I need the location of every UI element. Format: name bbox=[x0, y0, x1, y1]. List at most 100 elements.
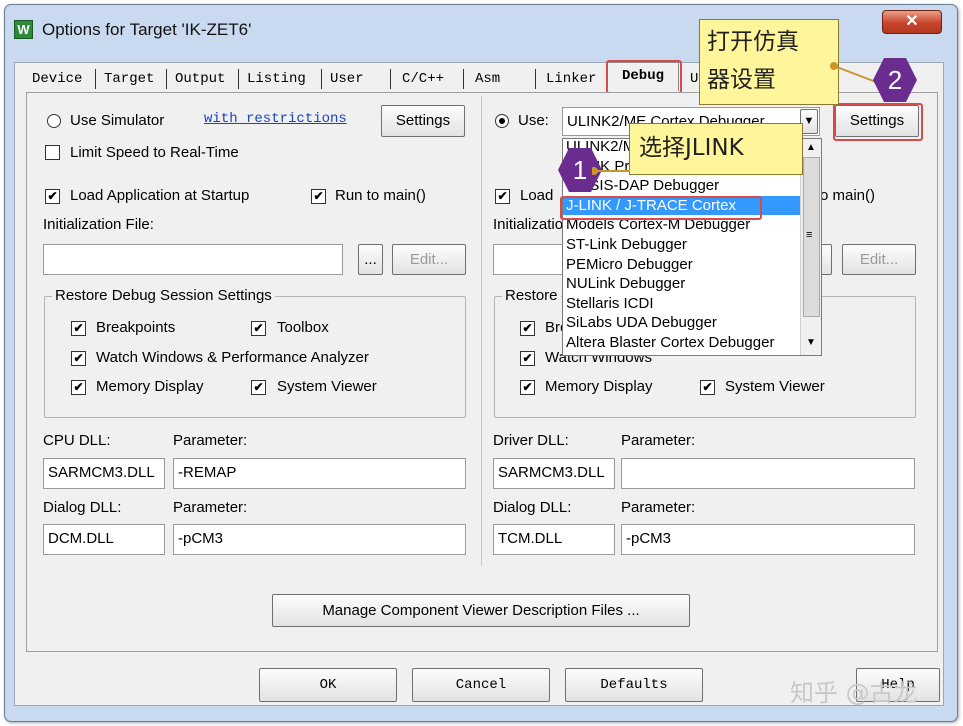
right-dialog-param-label: Parameter: bbox=[621, 499, 696, 516]
dialog-dll-label: Dialog DLL: bbox=[43, 499, 122, 516]
right-dialog-param-field[interactable]: -pCM3 bbox=[621, 524, 915, 555]
limit-speed-checkbox[interactable] bbox=[45, 145, 60, 160]
right-load-app-checkbox[interactable]: ✔ bbox=[495, 189, 510, 204]
manage-viewer-files-button[interactable]: Manage Component Viewer Description File… bbox=[272, 594, 690, 627]
tab-separator bbox=[238, 69, 239, 89]
tab-target[interactable]: Target bbox=[104, 69, 154, 89]
tab-separator bbox=[166, 69, 167, 89]
cpu-dll-field[interactable]: SARMCM3.DLL bbox=[43, 458, 165, 489]
right-watch-windows-checkbox[interactable]: ✔ bbox=[520, 351, 535, 366]
right-load-app-label: Load bbox=[520, 187, 554, 204]
dropdown-item[interactable]: ST-Link Debugger bbox=[563, 235, 800, 255]
load-app-checkbox[interactable]: ✔ bbox=[45, 189, 60, 204]
tab-user[interactable]: User bbox=[330, 69, 364, 89]
right-init-file-label: Initializatio bbox=[493, 216, 564, 233]
right-system-viewer-label: System Viewer bbox=[725, 378, 825, 395]
tab-separator bbox=[95, 69, 96, 89]
breakpoints-label: Breakpoints bbox=[96, 319, 176, 336]
tab-separator bbox=[535, 69, 536, 89]
watermark: 知乎 @古龙 bbox=[790, 679, 918, 707]
jlink-item-highlight bbox=[560, 196, 762, 220]
watch-windows-checkbox[interactable]: ✔ bbox=[71, 351, 86, 366]
load-app-label: Load Application at Startup bbox=[70, 187, 250, 204]
right-restore-title: Restore bbox=[502, 287, 561, 304]
edit-init-button[interactable]: Edit... bbox=[392, 244, 466, 275]
right-system-viewer-checkbox[interactable]: ✔ bbox=[700, 380, 715, 395]
dropdown-item[interactable]: SiLabs UDA Debugger bbox=[563, 313, 800, 333]
dropdown-item[interactable]: NULink Debugger bbox=[563, 274, 800, 294]
app-icon: W bbox=[14, 20, 33, 39]
radio-dot bbox=[499, 118, 505, 124]
init-file-input[interactable] bbox=[43, 244, 343, 275]
ok-button[interactable]: OK bbox=[259, 668, 397, 702]
right-memory-display-checkbox[interactable]: ✔ bbox=[520, 380, 535, 395]
tab-utilities[interactable]: U bbox=[690, 69, 698, 89]
defaults-button[interactable]: Defaults bbox=[565, 668, 703, 702]
restore-settings-title: Restore Debug Session Settings bbox=[52, 287, 275, 304]
dropdown-scrollbar[interactable]: ▲ ≡ ▼ bbox=[800, 139, 821, 355]
memory-display-checkbox[interactable]: ✔ bbox=[71, 380, 86, 395]
tab-device[interactable]: Device bbox=[32, 69, 82, 89]
dialog-param-field[interactable]: -pCM3 bbox=[173, 524, 466, 555]
tab-separator bbox=[390, 69, 391, 89]
use-simulator-radio[interactable] bbox=[47, 114, 61, 128]
callout-settings-text: 打开仿真 器设置 bbox=[707, 29, 799, 93]
run-to-main-checkbox[interactable]: ✔ bbox=[311, 189, 326, 204]
scroll-down-arrow-icon[interactable]: ▼ bbox=[806, 337, 816, 348]
right-memory-display-label: Memory Display bbox=[545, 378, 653, 395]
dropdown-item[interactable]: Stellaris ICDI bbox=[563, 294, 800, 314]
toolbox-label: Toolbox bbox=[277, 319, 329, 336]
watch-windows-label: Watch Windows & Performance Analyzer bbox=[96, 349, 369, 366]
cpu-param-label: Parameter: bbox=[173, 432, 248, 449]
scroll-up-arrow-icon[interactable]: ▲ bbox=[806, 142, 816, 153]
use-simulator-label: Use Simulator bbox=[70, 112, 165, 129]
run-to-main-label: Run to main() bbox=[335, 187, 426, 204]
tab-asm[interactable]: Asm bbox=[475, 69, 500, 89]
cancel-button[interactable]: Cancel bbox=[412, 668, 550, 702]
driver-dll-field[interactable]: SARMCM3.DLL bbox=[493, 458, 615, 489]
callout-jlink-text: 选择JLINK bbox=[639, 135, 744, 161]
use-debugger-radio[interactable] bbox=[495, 114, 509, 128]
callout-settings: 打开仿真 器设置 bbox=[699, 19, 839, 105]
settings-button-highlight bbox=[833, 103, 923, 141]
callout-jlink: 选择JLINK bbox=[629, 123, 803, 175]
memory-display-label: Memory Display bbox=[96, 378, 204, 395]
window-title: Options for Target 'IK-ZET6' bbox=[42, 20, 252, 39]
close-button[interactable]: ✕ bbox=[882, 10, 942, 34]
scroll-grip-icon: ≡ bbox=[806, 229, 813, 241]
dialog-dll-field[interactable]: DCM.DLL bbox=[43, 524, 165, 555]
right-init-file-input[interactable] bbox=[493, 244, 563, 275]
init-file-label: Initialization File: bbox=[43, 216, 154, 233]
right-run-to-main-label: o main() bbox=[820, 187, 876, 204]
use-debugger-label: Use: bbox=[518, 112, 549, 129]
restrictions-link[interactable]: with restrictions bbox=[204, 111, 347, 127]
tab-output[interactable]: Output bbox=[175, 69, 225, 89]
limit-speed-label: Limit Speed to Real-Time bbox=[70, 144, 239, 161]
right-edit-button[interactable]: Edit... bbox=[842, 244, 916, 275]
panel-divider bbox=[481, 96, 482, 566]
tab-separator bbox=[463, 69, 464, 89]
tab-listing[interactable]: Listing bbox=[247, 69, 306, 89]
right-dialog-dll-field[interactable]: TCM.DLL bbox=[493, 524, 615, 555]
driver-dll-label: Driver DLL: bbox=[493, 432, 569, 449]
tab-linker[interactable]: Linker bbox=[546, 69, 596, 89]
simulator-settings-button[interactable]: Settings bbox=[381, 105, 465, 137]
browse-button[interactable]: ... bbox=[358, 244, 383, 275]
toolbox-checkbox[interactable]: ✔ bbox=[251, 321, 266, 336]
system-viewer-label: System Viewer bbox=[277, 378, 377, 395]
cpu-dll-label: CPU DLL: bbox=[43, 432, 111, 449]
dropdown-item[interactable]: PEMicro Debugger bbox=[563, 255, 800, 275]
driver-param-label: Parameter: bbox=[621, 432, 696, 449]
system-viewer-checkbox[interactable]: ✔ bbox=[251, 380, 266, 395]
right-dialog-dll-label: Dialog DLL: bbox=[493, 499, 572, 516]
tab-separator bbox=[321, 69, 322, 89]
tab-c-cpp[interactable]: C/C++ bbox=[402, 69, 444, 89]
debug-tab-highlight bbox=[606, 60, 682, 94]
dialog-param-label: Parameter: bbox=[173, 499, 248, 516]
breakpoints-checkbox[interactable]: ✔ bbox=[71, 321, 86, 336]
driver-param-field[interactable] bbox=[621, 458, 915, 489]
dropdown-item[interactable]: Altera Blaster Cortex Debugger bbox=[563, 333, 800, 353]
cpu-param-field[interactable]: -REMAP bbox=[173, 458, 466, 489]
callout-jlink-pointer bbox=[592, 167, 630, 175]
right-breakpoints-checkbox[interactable]: ✔ bbox=[520, 321, 535, 336]
